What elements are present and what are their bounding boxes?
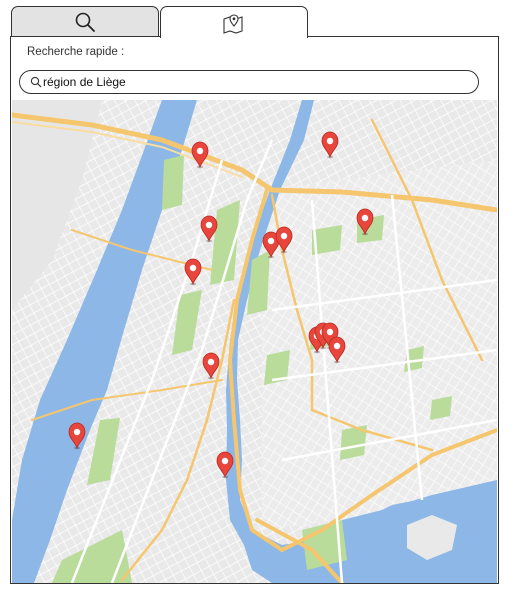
search-label: Recherche rapide : <box>27 46 125 58</box>
tab-map[interactable] <box>160 6 308 38</box>
search-field[interactable] <box>19 70 479 94</box>
map-pin-icon <box>223 13 243 34</box>
search-icon <box>75 12 95 32</box>
map-land-east <box>262 160 497 530</box>
tab-search[interactable] <box>11 6 159 36</box>
search-icon <box>30 76 42 88</box>
map-view[interactable] <box>12 100 497 583</box>
search-input[interactable] <box>43 73 463 91</box>
map-canvas[interactable] <box>12 100 497 583</box>
